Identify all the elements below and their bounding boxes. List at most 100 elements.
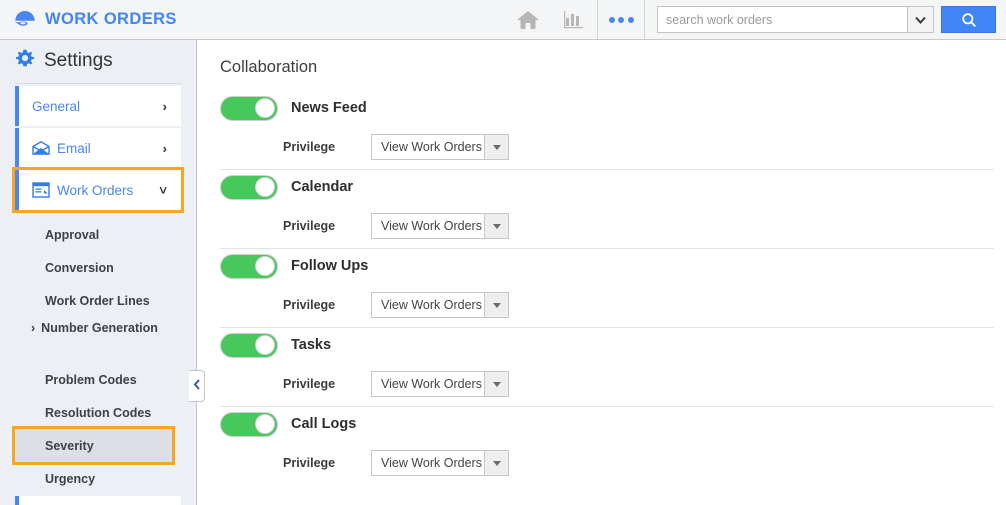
toggle-knob [255, 335, 275, 355]
chevron-down-icon[interactable] [484, 214, 508, 238]
sidebar-subitem-label: Urgency [45, 471, 96, 486]
sidebar-subitem-label: Work Order Lines [45, 293, 150, 308]
privilege-row: Privilege View Work Orders [220, 441, 994, 485]
toggle-follow-ups[interactable] [220, 253, 278, 279]
privilege-select-follow-ups[interactable]: View Work Orders [371, 292, 509, 318]
home-icon[interactable] [505, 0, 551, 39]
sidebar-subitem-problem-codes[interactable]: Problem Codes [0, 363, 196, 396]
chevron-down-icon[interactable] [484, 372, 508, 396]
group-header: Calendar [220, 170, 994, 204]
group-label: News Feed [291, 100, 367, 116]
chevron-down-icon: ˅ [159, 182, 167, 198]
sidebar-divider [15, 83, 181, 84]
privilege-value: View Work Orders [381, 298, 482, 312]
sidebar-item-general[interactable]: General › [15, 86, 181, 126]
setting-group-news-feed: News Feed Privilege View Work Orders [220, 91, 994, 169]
sidebar-collapse-handle[interactable] [189, 370, 205, 402]
settings-content: Collaboration News Feed Privilege View W… [198, 40, 1006, 505]
chevron-right-icon: › [31, 321, 36, 335]
chevron-right-icon: › [162, 98, 167, 114]
privilege-label: Privilege [283, 377, 336, 391]
privilege-select-call-logs[interactable]: View Work Orders [371, 450, 509, 476]
group-label: Tasks [291, 337, 332, 353]
app-window: WORK ORDERS search work orders Settings … [0, 0, 1006, 505]
toggle-tasks[interactable] [220, 332, 278, 358]
group-label: Follow Ups [291, 258, 369, 274]
sidebar-item-email[interactable]: Email › [15, 128, 181, 168]
bar-chart-icon[interactable] [551, 0, 597, 39]
sidebar-subitem-label: Resolution Codes [45, 405, 152, 420]
settings-sidebar: Settings General › Email › Work Orders ˅… [0, 40, 197, 505]
header-divider-2 [644, 0, 645, 39]
toggle-knob [255, 414, 275, 434]
search-button[interactable] [941, 6, 996, 33]
privilege-select-tasks[interactable]: View Work Orders [371, 371, 509, 397]
sidebar-subitem-label: Number Generation [41, 321, 158, 335]
privilege-value: View Work Orders [381, 456, 482, 470]
privilege-value: View Work Orders [381, 377, 482, 391]
gear-icon [15, 49, 35, 74]
privilege-select-news-feed[interactable]: View Work Orders [371, 134, 509, 160]
privilege-label: Privilege [283, 456, 336, 470]
chevron-down-icon[interactable] [484, 135, 508, 159]
sidebar-subitem-label: Conversion [45, 260, 114, 275]
privilege-row: Privilege View Work Orders [220, 362, 994, 406]
search-area [657, 6, 996, 33]
privilege-row: Privilege View Work Orders [220, 204, 994, 248]
privilege-label: Privilege [283, 140, 336, 154]
sidebar-item-label: Email [57, 140, 91, 156]
toggle-knob [255, 177, 275, 197]
toggle-call-logs[interactable] [220, 411, 278, 437]
sidebar-subitem-resolution-codes[interactable]: Resolution Codes [0, 396, 196, 429]
toggle-knob [255, 98, 275, 118]
setting-group-call-logs: Call Logs Privilege View Work Orders [220, 406, 994, 485]
group-label: Call Logs [291, 416, 357, 432]
three-dots-icon[interactable] [598, 0, 644, 39]
app-header: WORK ORDERS [0, 0, 1006, 40]
sidebar-subitem-approval[interactable]: Approval [0, 218, 196, 251]
sidebar-subitem-label: Severity [45, 438, 94, 453]
cap-logo-icon [12, 9, 38, 31]
search-input[interactable] [657, 6, 907, 33]
group-header: Call Logs [220, 407, 994, 441]
privilege-value: View Work Orders [381, 219, 482, 233]
setting-group-follow-ups: Follow Ups Privilege View Work Orders [220, 248, 994, 327]
chevron-right-icon: › [162, 140, 167, 156]
privilege-row: Privilege View Work Orders [220, 283, 994, 327]
privilege-row: Privilege View Work Orders [220, 125, 994, 169]
sidebar-item-label: General [32, 98, 81, 114]
group-header: News Feed [220, 91, 994, 125]
chevron-down-icon[interactable] [484, 293, 508, 317]
chevron-down-icon[interactable] [484, 451, 508, 475]
setting-group-tasks: Tasks Privilege View Work Orders [220, 327, 994, 406]
group-header: Tasks [220, 328, 994, 362]
sidebar-subitem-urgency[interactable]: Urgency [0, 462, 196, 495]
envelope-icon [32, 141, 50, 155]
document-icon [32, 182, 50, 198]
setting-group-calendar: Calendar Privilege View Work Orders [220, 169, 994, 248]
search-scope-dropdown[interactable] [907, 6, 934, 33]
group-header: Follow Ups [220, 249, 994, 283]
chevron-left-icon [193, 377, 201, 395]
privilege-select-calendar[interactable]: View Work Orders [371, 213, 509, 239]
sidebar-item-label: Work Orders [57, 182, 134, 198]
sidebar-item-work-orders[interactable]: Work Orders ˅ [12, 167, 184, 213]
sidebar-header: Settings [0, 40, 196, 82]
sidebar-item-next-partial[interactable] [15, 496, 181, 505]
sidebar-subitem-label: Problem Codes [45, 372, 137, 387]
content-title: Collaboration [220, 58, 318, 76]
sidebar-subitem-severity[interactable]: Severity [12, 426, 175, 465]
brand-title: WORK ORDERS [45, 10, 177, 28]
privilege-label: Privilege [283, 298, 336, 312]
privilege-label: Privilege [283, 219, 336, 233]
privilege-value: View Work Orders [381, 140, 482, 154]
sidebar-subitem-work-order-lines[interactable]: Work Order Lines [0, 284, 196, 317]
brand[interactable]: WORK ORDERS [0, 9, 177, 31]
group-label: Calendar [291, 179, 354, 195]
sidebar-subitem-number-generation[interactable]: › Number Generation [0, 317, 196, 363]
sidebar-subitem-label: Approval [45, 227, 100, 242]
toggle-calendar[interactable] [220, 174, 278, 200]
toggle-knob [255, 256, 275, 276]
sidebar-subitem-conversion[interactable]: Conversion [0, 251, 196, 284]
toggle-news-feed[interactable] [220, 95, 278, 121]
